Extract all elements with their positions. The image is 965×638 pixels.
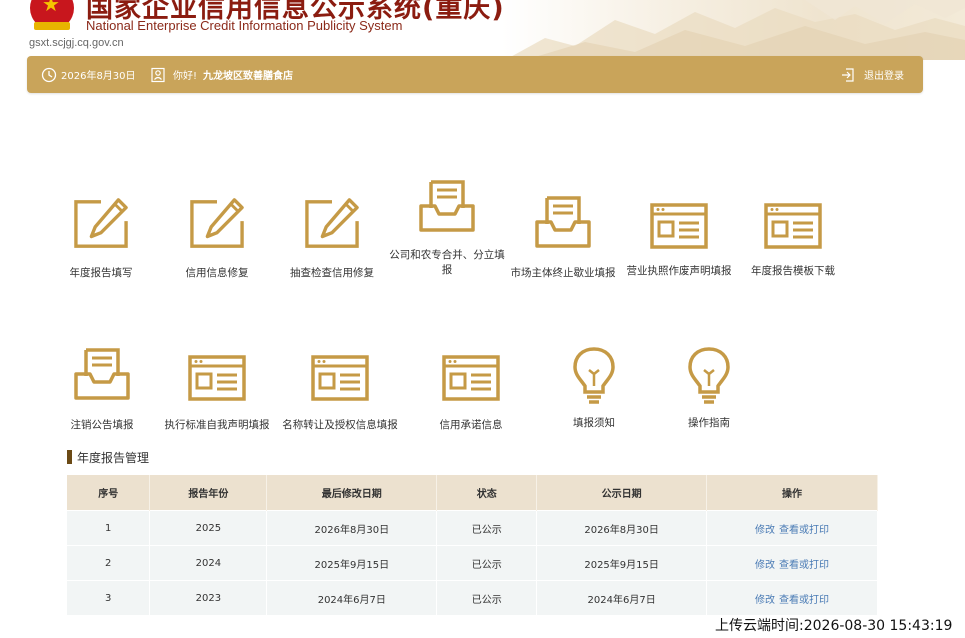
logout-label: 退出登录 [864,71,904,82]
edit-icon [72,196,130,250]
tile-name-transfer-authorization[interactable]: 名称转让及授权信息填报 [281,354,399,433]
logout-button[interactable]: 退出登录 [840,56,904,93]
cell-year: 2024 [149,545,268,581]
cell-operations: 修改 查看或打印 [706,580,878,615]
user-toolbar: 2026年8月30日 你好! 九龙坡区致善膳食店 退出登录 [27,56,923,93]
lightbulb-icon [687,346,731,406]
view-print-link[interactable]: 查看或打印 [779,595,829,606]
tile-deregistration-notice[interactable]: 注销公告填报 [43,346,161,433]
tile-label: 执行标准自我声明填报 [164,419,270,431]
view-print-link[interactable]: 查看或打印 [779,525,829,536]
emblem-base [34,22,70,30]
tile-label: 操作指南 [688,417,730,429]
date-text: 2026年8月30日 [61,71,136,82]
cell-year: 2023 [149,580,268,615]
tile-standard-self-declaration[interactable]: 执行标准自我声明填报 [158,354,276,433]
tile-label: 名称转让及授权信息填报 [282,419,398,431]
current-date: 2026年8月30日 [41,56,136,93]
cell-no: 3 [67,580,151,615]
tile-annual-report-fill[interactable]: 年度报告填写 [42,196,160,281]
table-header-row: 序号 报告年份 最后修改日期 状态 公示日期 操作 [67,475,878,511]
inbox-tray-icon [417,178,477,234]
user-name: 九龙坡区致善膳食店 [203,71,294,82]
cell-year: 2025 [149,510,268,546]
cell-operations: 修改 查看或打印 [706,545,878,581]
cell-published: 2026年8月30日 [536,510,708,546]
annual-report-table: 序号 报告年份 最后修改日期 状态 公示日期 操作 1 2025 2026年8月… [67,475,878,615]
browser-window-icon [310,354,370,402]
section-marker [67,450,72,464]
col-header: 序号 [67,475,151,511]
site-title-english: National Enterprise Credit Information P… [86,18,403,33]
cell-published: 2024年6月7日 [536,580,708,615]
cell-operations: 修改 查看或打印 [706,510,878,546]
tile-label: 填报须知 [573,417,615,429]
tile-inspection-credit-repair[interactable]: 抽查检查信用修复 [273,196,391,281]
tile-merger-split-fill[interactable]: 公司和农专合并、分立填报 [388,178,506,278]
tile-report-template-download[interactable]: 年度报告模板下载 [734,202,852,279]
browser-window-icon [763,202,823,250]
cell-status: 已公示 [436,510,538,546]
tile-label: 营业执照作废声明填报 [626,265,732,277]
table-row: 3 2023 2024年6月7日 已公示 2024年6月7日 修改 查看或打印 [67,580,878,615]
col-header: 状态 [436,475,538,511]
table-row: 1 2025 2026年8月30日 已公示 2026年8月30日 修改 查看或打印 [67,510,878,546]
upload-timestamp: 上传云端时间:2026-08-30 15:43:19 [715,618,953,634]
cell-status: 已公示 [436,545,538,581]
tile-termination-suspension-fill[interactable]: 市场主体终止歇业填报 [504,194,622,281]
emblem-star-icon: ★ [42,0,60,16]
tile-label: 市场主体终止歇业填报 [510,267,616,279]
edit-icon [303,196,361,250]
user-greeting: 你好! 九龙坡区致善膳食店 [150,56,293,93]
tile-label: 注销公告填报 [70,419,134,431]
tile-label: 信用信息修复 [185,267,249,279]
clock-icon [41,67,57,82]
tile-operation-guide[interactable]: 操作指南 [650,346,768,431]
cell-no: 2 [67,545,151,581]
cell-modified: 2026年8月30日 [266,510,438,546]
tile-label: 公司和农专合并、分立填报 [389,249,505,276]
table-row: 2 2024 2025年9月15日 已公示 2025年9月15日 修改 查看或打印 [67,545,878,581]
edit-link[interactable]: 修改 [755,595,775,606]
cell-status: 已公示 [436,580,538,615]
tile-credit-commitment[interactable]: 信用承诺信息 [412,354,530,433]
inbox-tray-icon [72,346,132,402]
tile-label: 年度报告模板下载 [751,265,835,277]
user-card-icon [151,67,165,82]
browser-window-icon [187,354,247,402]
cell-no: 1 [67,510,151,546]
browser-window-icon [441,354,501,402]
cell-modified: 2025年9月15日 [266,545,438,581]
section-title-text: 年度报告管理 [77,450,150,465]
tile-filing-instructions[interactable]: 填报须知 [535,346,653,431]
col-header: 报告年份 [149,475,268,511]
site-url: gsxt.scjgj.cq.gov.cn [29,37,124,49]
greeting-text: 你好! [173,71,198,82]
col-header: 公示日期 [536,475,708,511]
col-header: 操作 [706,475,878,511]
edit-link[interactable]: 修改 [755,560,775,571]
col-header: 最后修改日期 [266,475,438,511]
cell-published: 2025年9月15日 [536,545,708,581]
mountain-background-image [505,0,965,60]
browser-window-icon [649,202,709,250]
tile-label: 抽查检查信用修复 [290,267,374,279]
tile-label: 年度报告填写 [69,267,133,279]
cell-modified: 2024年6月7日 [266,580,438,615]
section-title: 年度报告管理 [67,450,150,465]
edit-icon [188,196,246,250]
logout-icon [842,67,854,82]
tile-credit-repair[interactable]: 信用信息修复 [158,196,276,281]
view-print-link[interactable]: 查看或打印 [779,560,829,571]
tile-label: 信用承诺信息 [439,419,503,431]
lightbulb-icon [572,346,616,406]
edit-link[interactable]: 修改 [755,525,775,536]
tile-license-void-declaration[interactable]: 营业执照作废声明填报 [620,202,738,279]
inbox-tray-icon [533,194,593,250]
site-header: ★ 国家企业信用信息公示系统(重庆) National Enterprise C… [0,0,965,60]
